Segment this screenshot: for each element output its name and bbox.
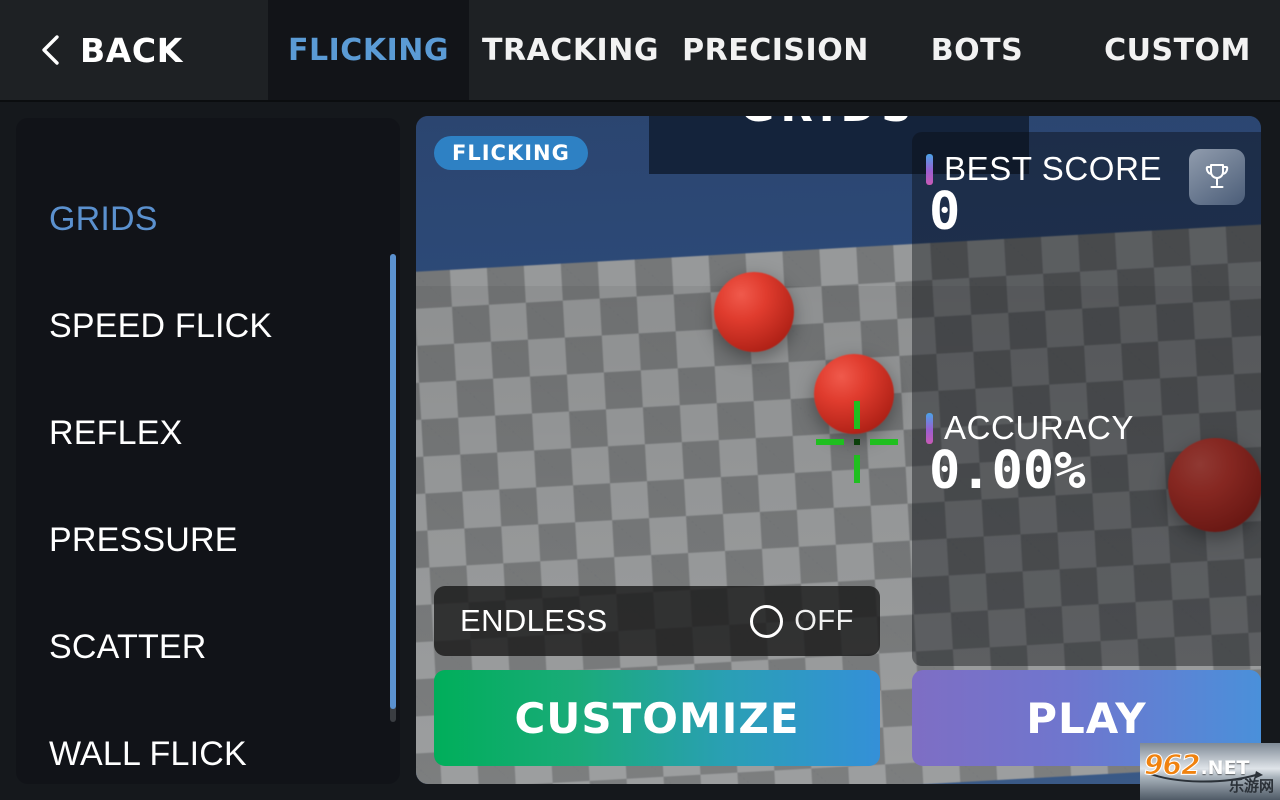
app-root: BACK FLICKING TRACKING PRECISION BOTS CU… [0, 0, 1280, 800]
best-score-block: BEST SCORE 0 [926, 150, 1162, 239]
best-score-value: 0 [929, 182, 961, 242]
sidebar-item-speed-flick[interactable]: SPEED FLICK [49, 273, 400, 380]
nav-tab-list: FLICKING TRACKING PRECISION BOTS CUSTOM [268, 0, 1280, 100]
target-ball [714, 272, 794, 352]
tab-custom[interactable]: CUSTOM [1075, 0, 1280, 100]
crosshair-top-line [854, 401, 860, 429]
scenario-preview-panel: GRIDS FLICKING BEST SCORE 0 [416, 116, 1261, 784]
sidebar-item-pressure[interactable]: PRESSURE [49, 487, 400, 594]
scenario-list: GRIDS SPEED FLICK REFLEX PRESSURE SCATTE… [16, 118, 400, 784]
sidebar-scrollbar-thumb[interactable] [390, 254, 396, 709]
accuracy-block: ACCURACY 0.00% [926, 409, 1134, 498]
crosshair-bottom-line [854, 455, 860, 483]
crosshair-left-line [816, 439, 844, 445]
tab-precision[interactable]: PRECISION [672, 0, 879, 100]
watermark-brand: 962 [1143, 748, 1200, 782]
radio-circle-icon[interactable] [750, 604, 784, 638]
green-crosshair-icon [816, 401, 898, 483]
chevron-left-icon [40, 34, 62, 66]
accent-bar-icon [926, 153, 933, 185]
endless-toggle-row[interactable]: ENDLESS OFF [434, 586, 880, 656]
stats-overlay-panel: BEST SCORE 0 ACCURACY 0.00% [912, 132, 1261, 666]
top-navigation-bar: BACK FLICKING TRACKING PRECISION BOTS CU… [0, 0, 1280, 102]
back-button[interactable]: BACK [0, 0, 268, 100]
sidebar-item-reflex[interactable]: REFLEX [49, 380, 400, 487]
site-watermark: 962 .NET 乐游网 [1140, 743, 1280, 800]
sidebar-item-grids[interactable]: GRIDS [49, 166, 400, 273]
crosshair-right-line [870, 439, 898, 445]
best-score-label: BEST SCORE [944, 150, 1163, 187]
tab-bots[interactable]: BOTS [879, 0, 1075, 100]
crosshair-center-dot [854, 439, 860, 445]
scenario-category-badge: FLICKING [434, 136, 588, 170]
scenario-sidebar: GRIDS SPEED FLICK REFLEX PRESSURE SCATTE… [16, 118, 400, 784]
endless-state-label: OFF [794, 604, 854, 637]
scene-cut-title: GRIDS [740, 116, 918, 131]
accent-bar-icon [926, 412, 933, 444]
endless-control-group: OFF [750, 604, 854, 638]
tab-tracking[interactable]: TRACKING [469, 0, 672, 100]
endless-label: ENDLESS [460, 603, 608, 638]
customize-button[interactable]: CUSTOMIZE [434, 670, 880, 766]
tab-flicking[interactable]: FLICKING [268, 0, 469, 100]
watermark-chinese-label: 乐游网 [1228, 777, 1274, 795]
back-button-label: BACK [80, 30, 183, 70]
sidebar-item-wall-flick[interactable]: WALL FLICK [49, 701, 400, 784]
best-score-header: BEST SCORE [926, 150, 1162, 188]
sidebar-item-scatter[interactable]: SCATTER [49, 594, 400, 701]
accuracy-value: 0.00% [929, 441, 1086, 501]
trophy-icon[interactable] [1189, 149, 1245, 205]
